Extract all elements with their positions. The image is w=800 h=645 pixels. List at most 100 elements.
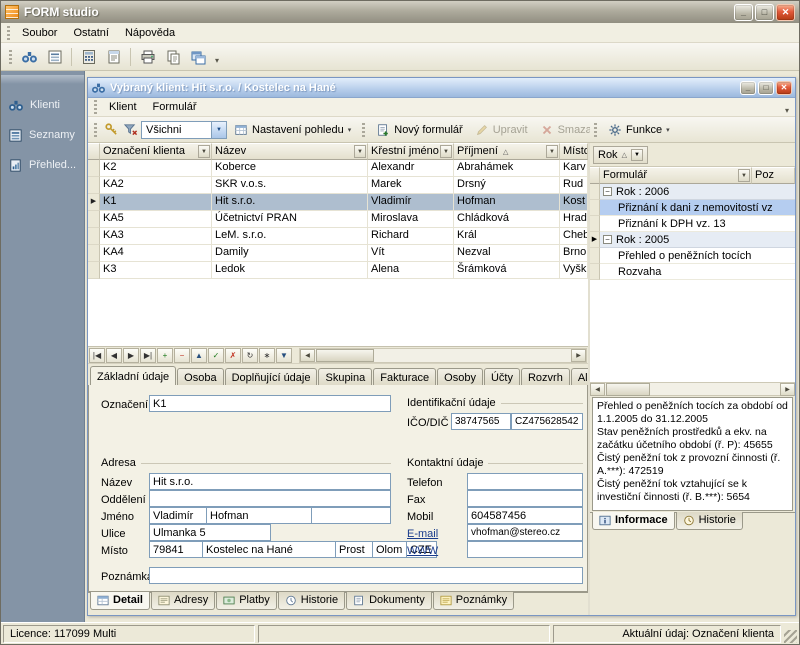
copy-button[interactable] — [161, 46, 184, 68]
filter-dropdown-icon[interactable]: ▼ — [198, 145, 210, 158]
scroll-right-icon[interactable]: ▶ — [780, 383, 795, 396]
tab-informace[interactable]: Informace — [592, 512, 675, 530]
toolbar-grip[interactable] — [594, 123, 597, 137]
www-input[interactable] — [467, 541, 583, 558]
new-form-button[interactable]: Nový formulář — [371, 120, 467, 140]
form-group-row-2006[interactable]: − Rok : 2006 — [590, 184, 795, 200]
scrollbar-thumb[interactable] — [606, 383, 650, 396]
form-row-selected[interactable]: Přiznání k dani z nemovitostí vz — [590, 200, 795, 216]
menu-overflow-icon[interactable]: ▾ — [781, 97, 793, 117]
client-row[interactable]: KA3 LeM. s.r.o. Richard Král Cheb — [88, 228, 588, 245]
nav-post-button[interactable]: ✓ — [208, 348, 224, 363]
column-header-formular[interactable]: Formulář ▼ — [600, 167, 752, 184]
nav-prior-button[interactable]: ◀ — [106, 348, 122, 363]
group-field-rok[interactable]: Rok △ ▼ — [593, 146, 648, 164]
sidebar-item-prehled[interactable]: Přehled... — [1, 150, 84, 180]
poznamka-input[interactable] — [149, 567, 583, 584]
nav-delete-button[interactable]: − — [174, 348, 190, 363]
oznaceni-input[interactable] — [149, 395, 391, 412]
mobil-input[interactable] — [467, 507, 583, 524]
sidebar-item-seznamy[interactable]: Seznamy — [1, 120, 84, 150]
filter-dropdown-icon[interactable]: ▼ — [738, 169, 750, 182]
menu-formular[interactable]: Formulář — [145, 99, 205, 115]
ulice-input[interactable] — [149, 524, 271, 541]
close-button[interactable]: ✕ — [776, 81, 792, 95]
form-row[interactable]: Přiznání k DPH vz. 13 — [590, 216, 795, 232]
client-row[interactable]: KA4 Damily Vít Nezval Brno — [88, 245, 588, 262]
calculator-button[interactable] — [77, 46, 100, 68]
kraj-input[interactable] — [372, 541, 407, 558]
tab-osoby[interactable]: Osoby — [437, 368, 483, 386]
ico-input[interactable] — [451, 413, 511, 430]
scroll-left-icon[interactable]: ◀ — [590, 383, 605, 396]
menu-napoveda[interactable]: Nápověda — [117, 25, 183, 41]
form-row[interactable]: Přehled o peněžních tocích — [590, 248, 795, 264]
toolbar-grip[interactable] — [9, 50, 12, 64]
minimize-button[interactable]: _ — [734, 4, 753, 21]
find-client-button[interactable] — [18, 46, 41, 68]
scroll-right-icon[interactable]: ▶ — [571, 349, 586, 362]
windows-button[interactable] — [186, 46, 209, 68]
tab-adresy[interactable]: Adresy — [151, 592, 215, 610]
prijmeni-input[interactable] — [206, 507, 312, 524]
email-link-label[interactable]: E-mail — [407, 528, 438, 540]
column-header-poznamka[interactable]: Poz — [752, 167, 795, 184]
tab-algoritmy[interactable]: Algoritmy — [571, 368, 590, 386]
nav-refresh-button[interactable]: ↻ — [242, 348, 258, 363]
maximize-button[interactable]: □ — [758, 81, 774, 95]
minimize-button[interactable]: _ — [740, 81, 756, 95]
client-row[interactable]: K2 Koberce Alexandr Abrahámek Karv — [88, 160, 588, 177]
column-header-oznaceni-klienta[interactable]: Označení klienta ▼ — [100, 143, 212, 160]
functions-button[interactable]: Funkce ▾ — [603, 120, 675, 140]
psc-input[interactable] — [149, 541, 203, 558]
fax-input[interactable] — [467, 490, 583, 507]
client-row[interactable]: K3 Ledok Alena Šrámková Vyšk — [88, 262, 588, 279]
tab-fakturace[interactable]: Fakturace — [373, 368, 436, 386]
menu-grip[interactable] — [94, 100, 97, 114]
client-filter-combobox[interactable]: Všichni ▼ — [141, 121, 227, 139]
nav-bookmark-button[interactable]: ∗ — [259, 348, 275, 363]
forms-button[interactable] — [102, 46, 125, 68]
clear-filter-button[interactable] — [122, 119, 139, 141]
tab-skupina[interactable]: Skupina — [318, 368, 372, 386]
client-window-titlebar[interactable]: Vybraný klient: Hit s.r.o. / Kostelec na… — [88, 78, 795, 98]
email-input[interactable] — [467, 524, 583, 541]
nav-filter-button[interactable]: ▼ — [276, 348, 292, 363]
tab-historie[interactable]: Historie — [278, 592, 345, 610]
oddeleni-input[interactable] — [149, 490, 391, 507]
nav-first-button[interactable]: |◀ — [89, 348, 105, 363]
collapse-icon[interactable]: − — [603, 235, 612, 244]
close-button[interactable]: ✕ — [776, 4, 795, 21]
tab-historie-forms[interactable]: Historie — [676, 512, 743, 530]
nav-insert-button[interactable]: + — [157, 348, 173, 363]
client-row[interactable]: KA2 SKR v.o.s. Marek Drsný Rud — [88, 177, 588, 194]
dic-input[interactable] — [511, 413, 583, 430]
tab-zakladni-udaje[interactable]: Základní údaje — [90, 366, 176, 385]
tab-ucty[interactable]: Účty — [484, 368, 520, 386]
jmeno-input[interactable] — [149, 507, 207, 524]
client-row-selected[interactable]: ▶ K1 Hit s.r.o. Vladimír Hofman Kost — [88, 194, 588, 211]
forms-horizontal-scrollbar[interactable]: ◀ ▶ — [590, 382, 795, 396]
tab-dokumenty[interactable]: Dokumenty — [346, 592, 432, 610]
lists-button[interactable] — [43, 46, 66, 68]
form-group-row-2005[interactable]: ▶ − Rok : 2005 — [590, 232, 795, 248]
collapse-icon[interactable]: − — [603, 187, 612, 196]
nav-last-button[interactable]: ▶| — [140, 348, 156, 363]
column-header-prijmeni[interactable]: Příjmení △ ▼ — [454, 143, 560, 160]
menu-klient[interactable]: Klient — [101, 99, 145, 115]
toolbar-grip[interactable] — [362, 123, 365, 137]
scrollbar-thumb[interactable] — [316, 349, 374, 362]
tab-detail[interactable]: Detail — [90, 592, 150, 610]
column-header-krestni-jmeno[interactable]: Křestní jméno ▼ — [368, 143, 454, 160]
filter-dropdown-icon[interactable]: ▼ — [546, 145, 558, 158]
nav-cancel-button[interactable]: ✗ — [225, 348, 241, 363]
grid-horizontal-scrollbar[interactable]: ◀ ▶ — [299, 348, 587, 363]
mesto-input[interactable] — [202, 541, 336, 558]
toolbar-grip[interactable] — [94, 123, 97, 137]
maximize-button[interactable]: □ — [755, 4, 774, 21]
telefon-input[interactable] — [467, 473, 583, 490]
title-bar[interactable]: FORM studio _ □ ✕ — [1, 1, 799, 23]
delete-form-button[interactable]: Smazat — [535, 120, 590, 140]
column-header-misto[interactable]: Místo — [560, 143, 588, 160]
column-header-nazev[interactable]: Název ▼ — [212, 143, 368, 160]
